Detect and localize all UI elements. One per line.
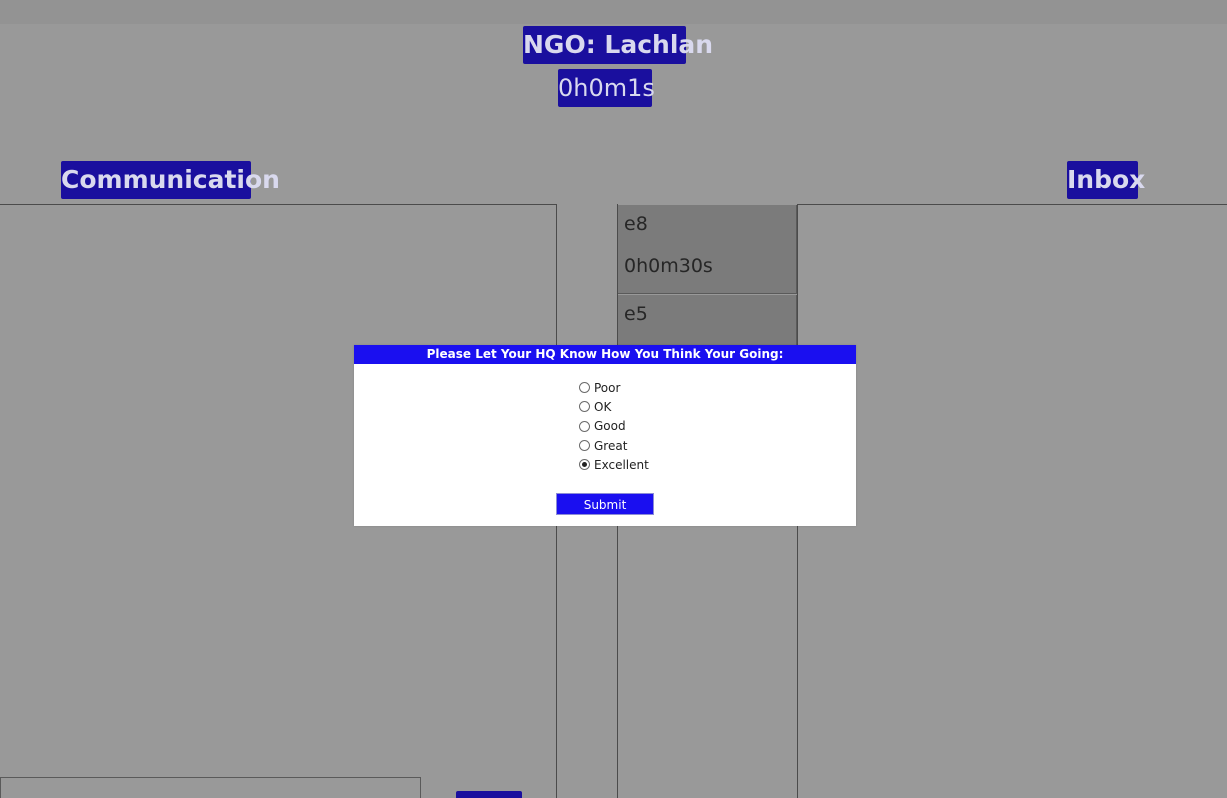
communication-heading: Communication [61, 161, 280, 199]
radio-icon[interactable] [579, 382, 590, 394]
queue-item[interactable]: e8 0h0m30s [618, 205, 797, 294]
radio-icon[interactable] [579, 440, 590, 452]
rating-option-good[interactable]: Good [579, 417, 649, 436]
rating-option-label: Poor [594, 380, 621, 395]
rating-options: Poor OK Good Great Excellent [579, 378, 649, 474]
top-bar [0, 0, 1227, 24]
rating-option-label: Great [594, 438, 628, 453]
radio-icon[interactable] [579, 401, 590, 413]
rating-option-label: OK [594, 399, 612, 414]
submit-button[interactable]: Submit [556, 493, 654, 515]
rating-option-label: Good [594, 419, 626, 434]
elapsed-timer: 0h0m1s [558, 69, 655, 107]
feedback-dialog: Please Let Your HQ Know How You Think Yo… [354, 345, 856, 526]
queue-item-id: e5 [624, 303, 648, 325]
radio-icon[interactable] [579, 420, 590, 432]
dialog-title: Please Let Your HQ Know How You Think Yo… [354, 345, 856, 364]
queue-item-id: e8 [624, 213, 648, 235]
queue-item[interactable]: e5 [618, 295, 797, 351]
rating-option-great[interactable]: Great [579, 436, 649, 455]
communication-panel-border [0, 204, 557, 205]
message-input[interactable] [0, 777, 421, 798]
ngo-title: NGO: Lachlan [523, 26, 713, 64]
inbox-panel-border [797, 204, 1227, 205]
radio-checked-icon[interactable] [579, 459, 590, 471]
rating-option-label: Excellent [594, 457, 649, 472]
queue-item-time: 0h0m30s [624, 255, 713, 277]
inbox-heading: Inbox [1067, 161, 1145, 199]
rating-option-excellent[interactable]: Excellent [579, 455, 649, 474]
send-button[interactable] [456, 791, 522, 798]
rating-option-ok[interactable]: OK [579, 397, 649, 416]
rating-option-poor[interactable]: Poor [579, 378, 649, 397]
